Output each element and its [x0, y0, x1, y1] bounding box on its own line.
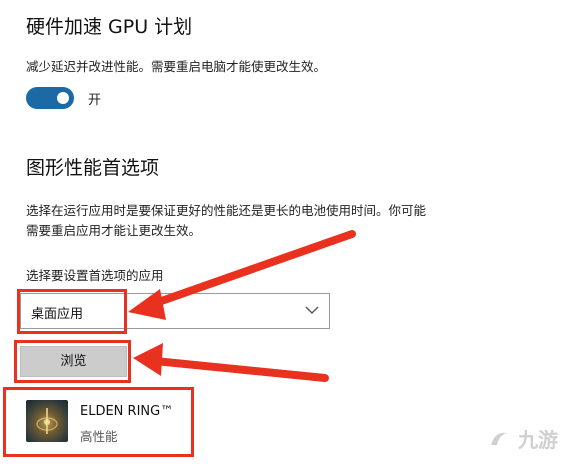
watermark-logo: 九游 — [487, 424, 558, 453]
annotation-arrows — [128, 230, 356, 382]
watermark-text: 九游 — [517, 428, 558, 452]
arrow-to-dropdown — [128, 230, 356, 320]
arrow-to-browse — [133, 343, 329, 382]
watermark-icon — [491, 432, 507, 445]
